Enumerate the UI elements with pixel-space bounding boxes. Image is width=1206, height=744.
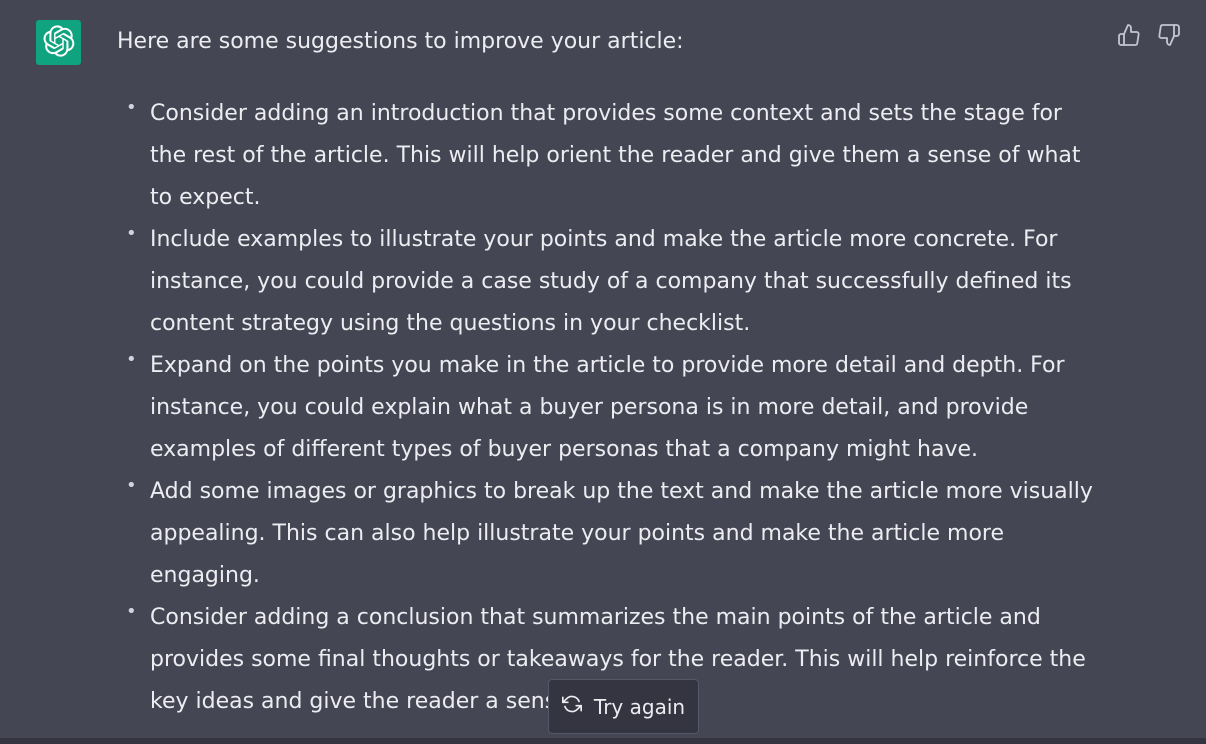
list-item: • Expand on the points you make in the a… <box>126 345 1095 471</box>
thumbs-up-button[interactable] <box>1116 24 1142 50</box>
openai-logo-icon <box>43 24 75 61</box>
list-item-text: Consider adding an introduction that pro… <box>150 101 1081 210</box>
try-again-label: Try again <box>593 694 686 719</box>
thumbs-up-icon <box>1117 23 1141 51</box>
thumbs-down-button[interactable] <box>1156 24 1182 50</box>
list-item-text: Include examples to illustrate your poin… <box>150 227 1072 336</box>
message-intro: Here are some suggestions to improve you… <box>117 29 684 54</box>
bullet: • <box>126 349 137 370</box>
assistant-avatar <box>36 20 81 65</box>
list-item-text: Add some images or graphics to break up … <box>150 479 1093 588</box>
list-item-text: Expand on the points you make in the art… <box>150 353 1065 462</box>
list-item: • Add some images or graphics to break u… <box>126 471 1095 597</box>
bullet: • <box>126 601 137 622</box>
refresh-icon <box>561 694 582 719</box>
try-again-button[interactable]: Try again <box>548 679 699 734</box>
bottom-divider <box>0 738 1206 744</box>
thumbs-down-icon <box>1157 23 1181 51</box>
bullet: • <box>126 97 137 118</box>
suggestions-list: • Consider adding an introduction that p… <box>126 93 1095 723</box>
bullet: • <box>126 475 137 496</box>
list-item: • Consider adding an introduction that p… <box>126 93 1095 219</box>
bullet: • <box>126 223 137 244</box>
feedback-controls <box>1116 24 1182 50</box>
list-item: • Include examples to illustrate your po… <box>126 219 1095 345</box>
assistant-message: Here are some suggestions to improve you… <box>0 0 1206 744</box>
